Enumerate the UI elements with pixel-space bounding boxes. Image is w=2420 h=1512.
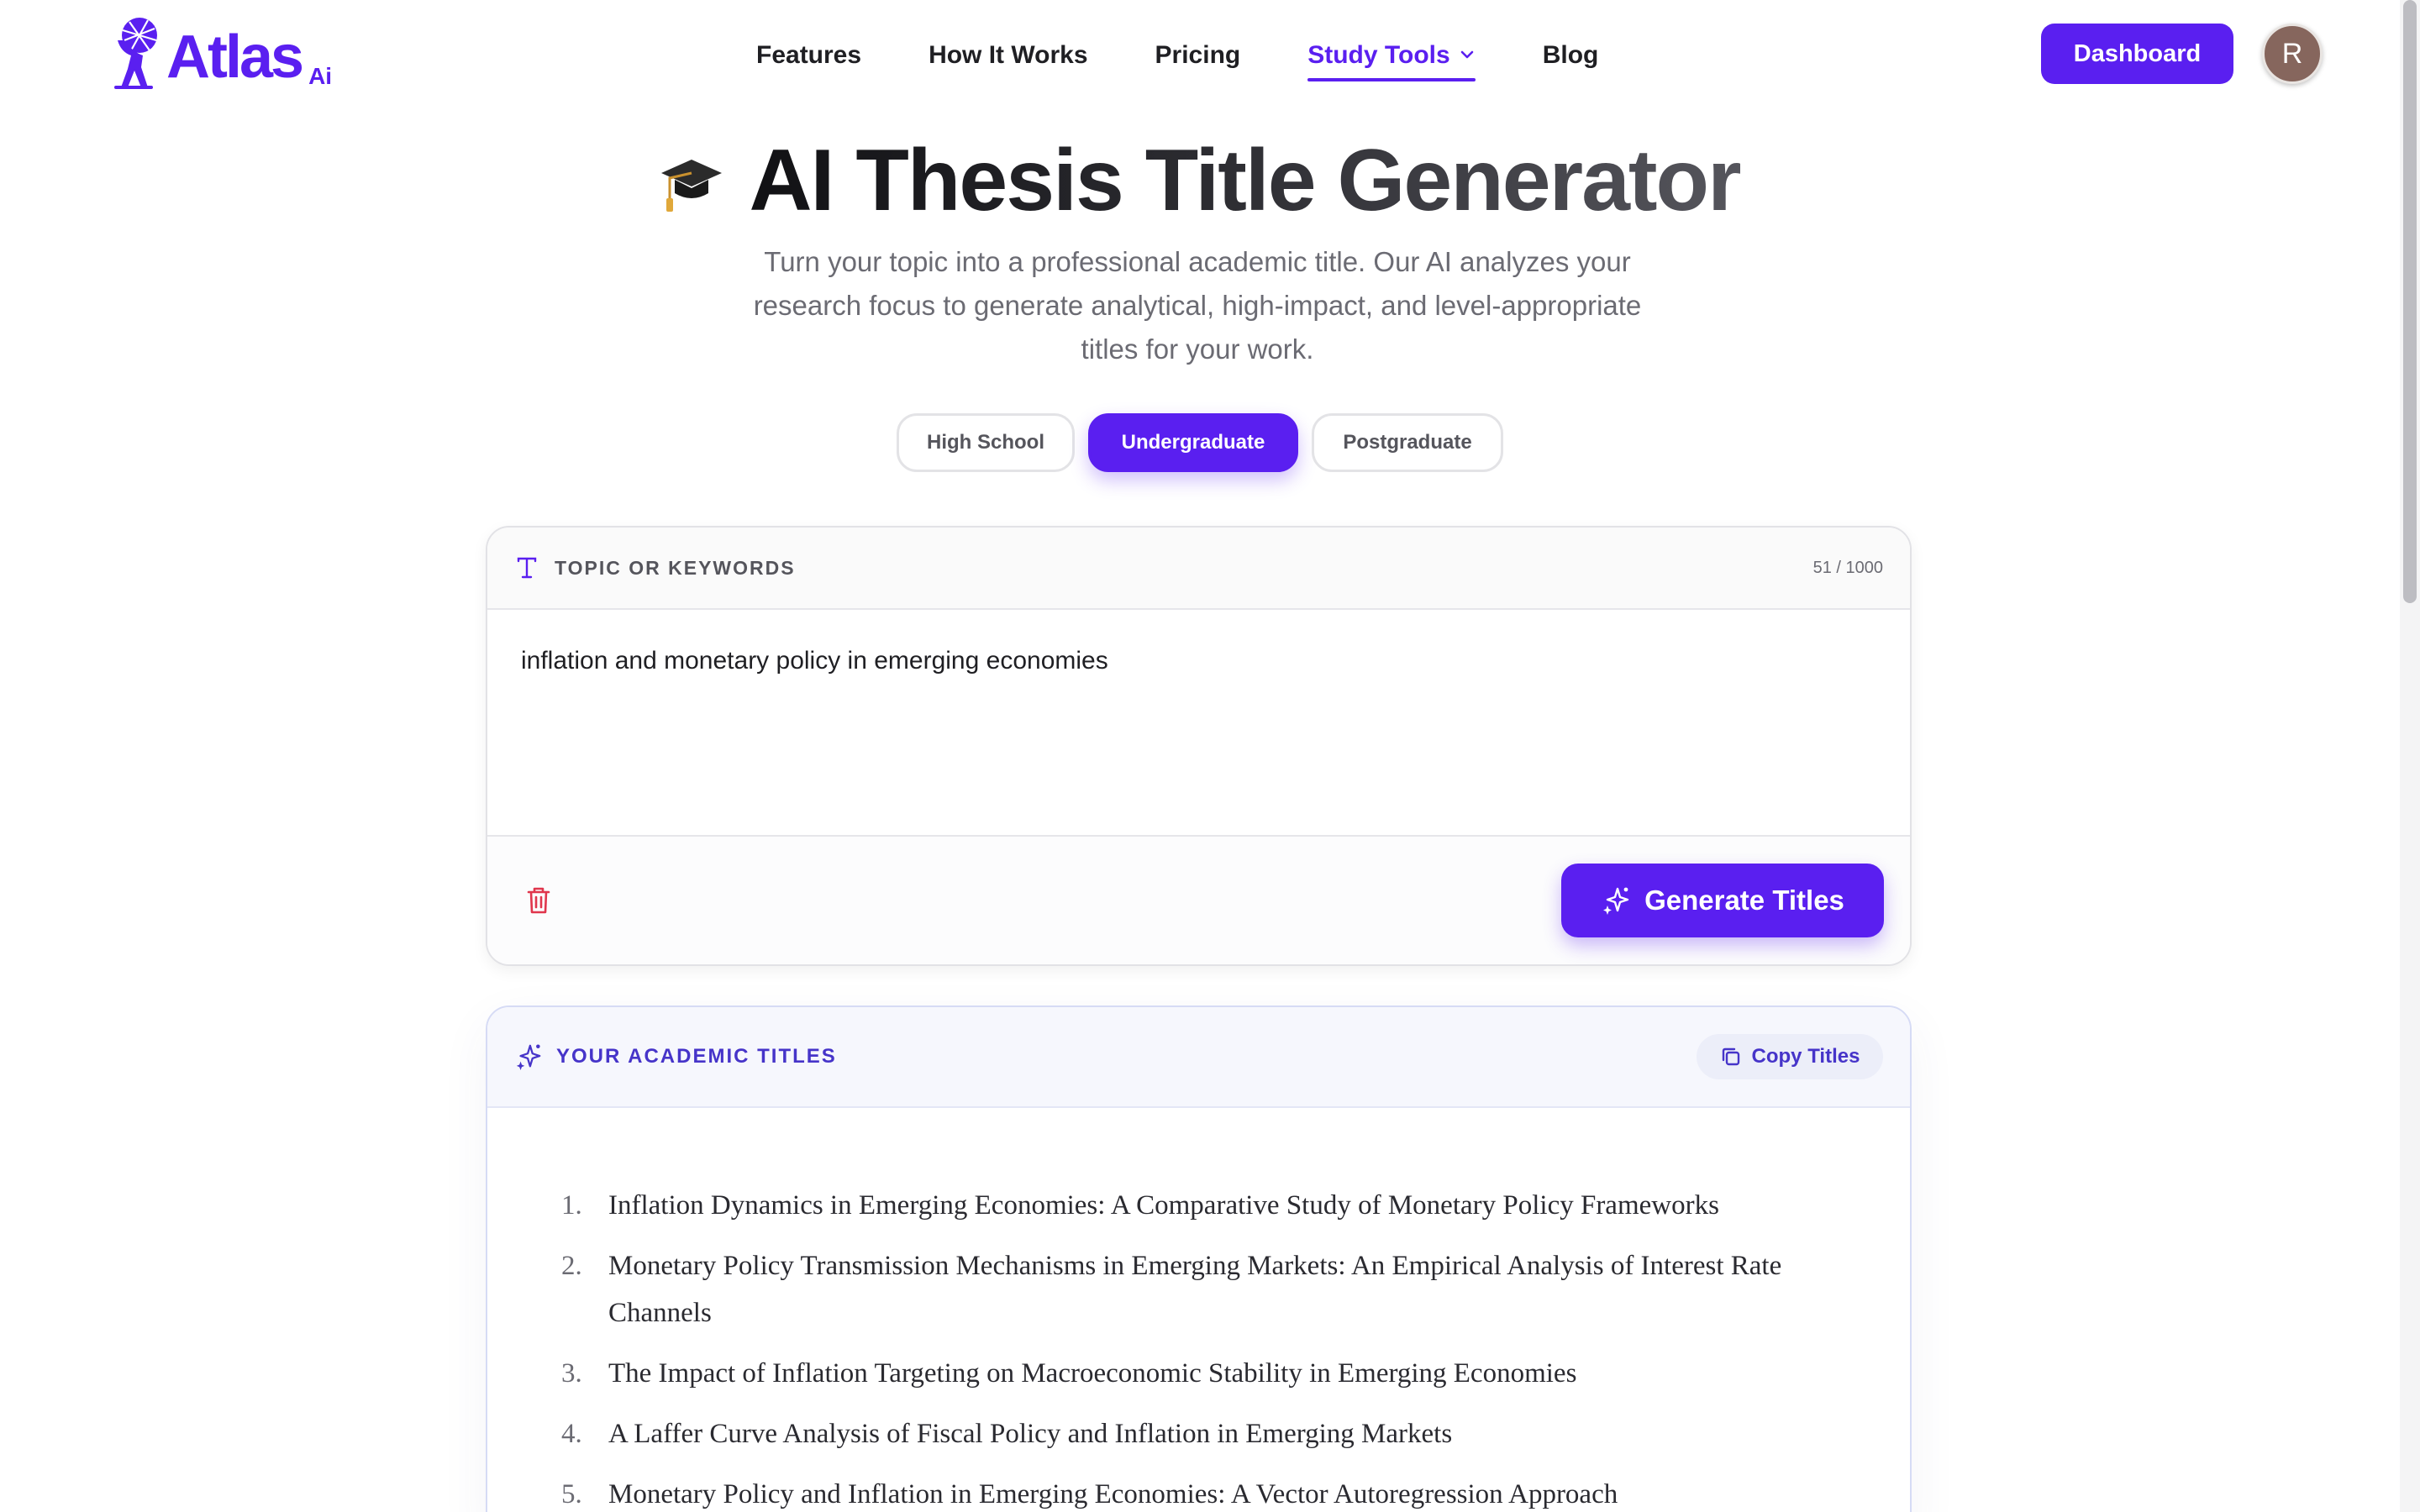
nav-item-study-tools-label: Study Tools: [1307, 41, 1450, 69]
title-number: 2.: [561, 1251, 582, 1281]
site-header: Atlas Ai Features How It Works Pricing S…: [0, 0, 2400, 109]
sparkles-icon: [1603, 887, 1629, 915]
hero-title-text: AI Thesis Title Generator: [749, 131, 1741, 229]
scrollbar-thumb[interactable]: [2403, 0, 2417, 603]
character-count: 51 / 1000: [1812, 558, 1883, 577]
list-item[interactable]: 2. Monetary Policy Transmission Mechanism…: [561, 1242, 1860, 1336]
dashboard-button[interactable]: Dashboard: [2041, 24, 2233, 84]
title-number: 5.: [561, 1479, 582, 1509]
title-number: 4.: [561, 1419, 582, 1449]
results-label: YOUR ACADEMIC TITLES: [556, 1045, 837, 1068]
topic-card-footer: Generate Titles: [487, 837, 1910, 964]
level-undergraduate[interactable]: Undergraduate: [1088, 413, 1298, 472]
topic-card-header: TOPIC OR KEYWORDS 51 / 1000: [487, 528, 1910, 610]
results-header: YOUR ACADEMIC TITLES Copy Titles: [487, 1007, 1910, 1108]
title-text: Monetary Policy and Inflation in Emergin…: [608, 1479, 1618, 1509]
level-postgraduate[interactable]: Postgraduate: [1312, 413, 1503, 472]
generate-titles-button[interactable]: Generate Titles: [1561, 864, 1884, 937]
page-scrollbar[interactable]: [2400, 0, 2420, 1512]
generate-titles-label: Generate Titles: [1644, 885, 1844, 916]
list-item[interactable]: 5. Monetary Policy and Inflation in Emerg…: [561, 1471, 1860, 1512]
text-t-icon: [517, 557, 537, 579]
list-item[interactable]: 1. Inflation Dynamics in Emerging Economi…: [561, 1182, 1860, 1229]
nav-item-features[interactable]: Features: [756, 33, 861, 78]
copy-titles-label: Copy Titles: [1751, 1045, 1860, 1068]
copy-icon: [1722, 1047, 1739, 1066]
title-text: Monetary Policy Transmission Mechanisms …: [608, 1251, 1782, 1328]
level-high-school[interactable]: High School: [897, 413, 1075, 472]
atlas-globe-figure-icon: [114, 18, 157, 89]
brand-logo[interactable]: Atlas Ai: [111, 13, 332, 89]
list-item[interactable]: 3. The Impact of Inflation Targeting on M…: [561, 1350, 1860, 1397]
topic-label: TOPIC OR KEYWORDS: [555, 556, 796, 579]
page-title: AI Thesis Title Generator: [0, 126, 2400, 235]
topic-textarea[interactable]: inflation and monetary policy in emergin…: [487, 610, 1910, 837]
copy-titles-button[interactable]: Copy Titles: [1697, 1034, 1883, 1079]
trash-icon[interactable]: [524, 885, 553, 916]
nav-item-pricing[interactable]: Pricing: [1155, 33, 1241, 78]
title-number: 1.: [561, 1190, 582, 1221]
title-text: A Laffer Curve Analysis of Fiscal Policy…: [608, 1419, 1453, 1449]
graduation-cap-icon: [661, 160, 723, 212]
list-item[interactable]: 4. A Laffer Curve Analysis of Fiscal Poli…: [561, 1410, 1860, 1457]
topic-input-card: TOPIC OR KEYWORDS 51 / 1000 inflation an…: [486, 526, 1912, 966]
nav-item-blog[interactable]: Blog: [1543, 33, 1599, 78]
chevron-down-icon: [1460, 50, 1473, 59]
title-text: Inflation Dynamics in Emerging Economies…: [608, 1190, 1719, 1221]
main-nav: Features How It Works Pricing Study Tool…: [756, 30, 1665, 81]
nav-item-study-tools[interactable]: Study Tools: [1307, 33, 1476, 81]
level-selector: High School Undergraduate Postgraduate: [0, 413, 2400, 472]
results-card: YOUR ACADEMIC TITLES Copy Titles 1. Infla…: [486, 1005, 1912, 1512]
hero-subtitle: Turn your topic into a professional acad…: [753, 246, 1642, 365]
titles-list: 1. Inflation Dynamics in Emerging Economi…: [487, 1108, 1910, 1512]
avatar[interactable]: R: [2262, 24, 2323, 84]
nav-item-how-it-works[interactable]: How It Works: [929, 33, 1087, 78]
brand-name: Atlas: [166, 24, 304, 91]
brand-suffix: Ai: [308, 63, 333, 89]
title-number: 3.: [561, 1358, 582, 1389]
sparkles-icon: [516, 1044, 541, 1071]
title-text: The Impact of Inflation Targeting on Mac…: [608, 1358, 1577, 1389]
